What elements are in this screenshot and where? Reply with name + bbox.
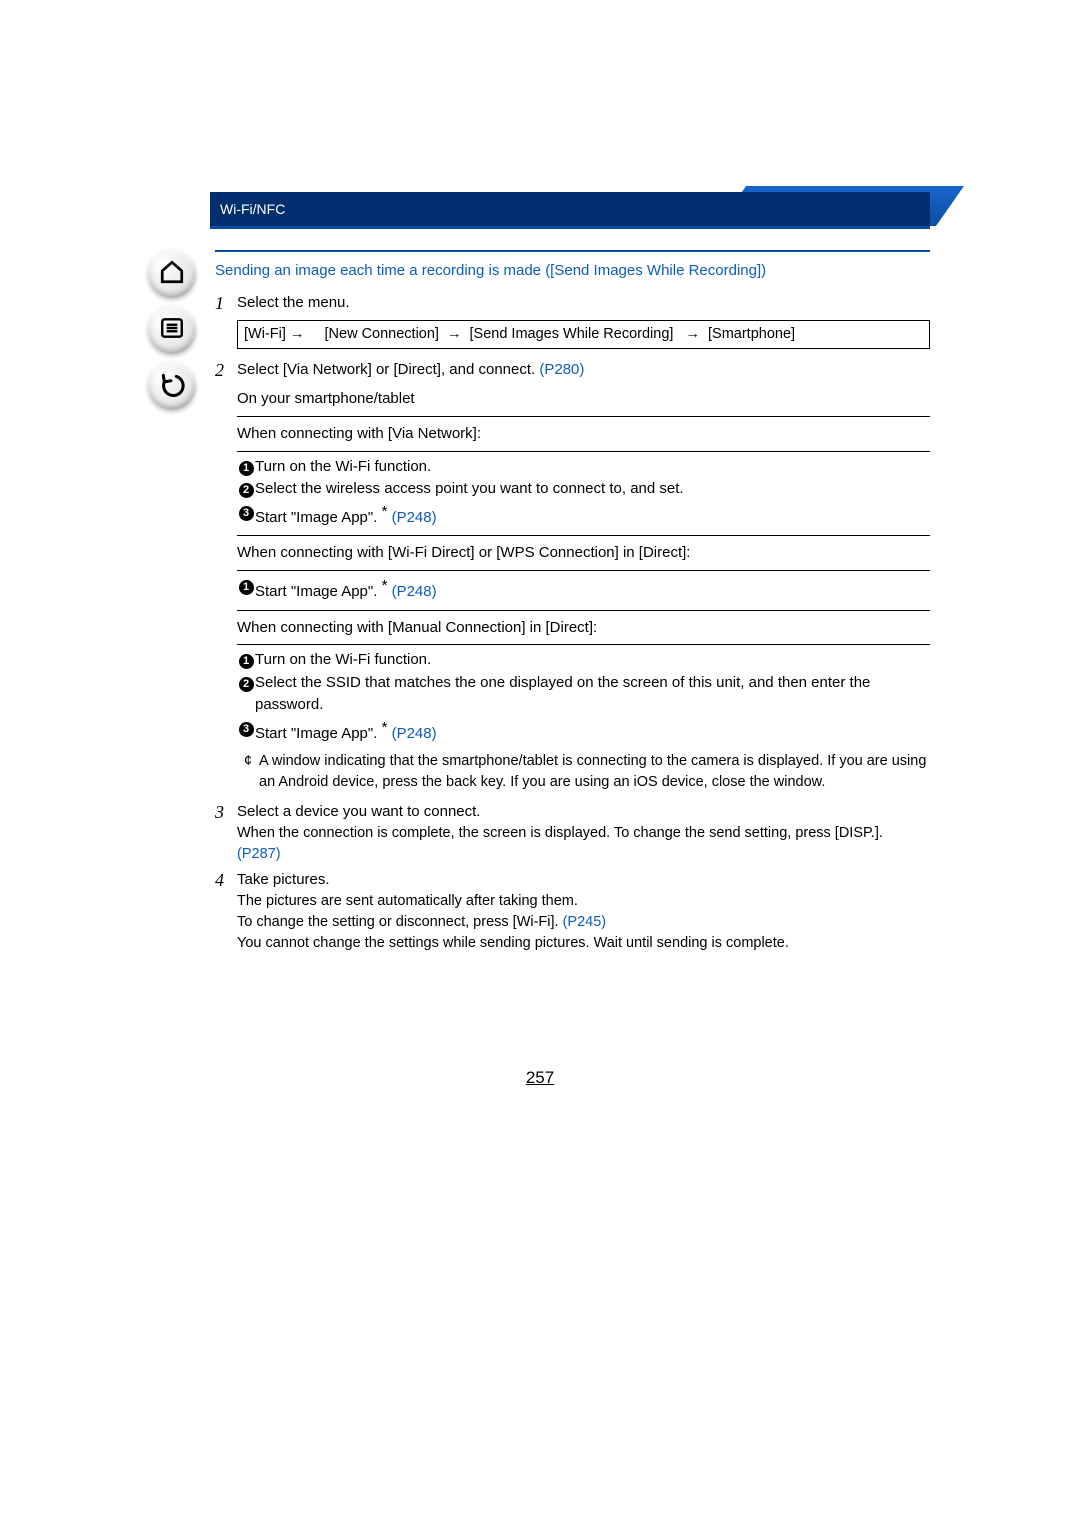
arrow-icon: → xyxy=(681,326,704,342)
step-4-note-b: To change the setting or disconnect, pre… xyxy=(237,912,930,933)
nav-contents-button[interactable] xyxy=(148,306,196,354)
menu-item: [Send Images While Recording] xyxy=(470,326,674,342)
step-3-text: Select a device you want to connect. xyxy=(237,803,480,820)
device-heading: On your smartphone/tablet xyxy=(237,388,930,410)
step-1-text: Select the menu. xyxy=(237,294,350,311)
divider xyxy=(237,451,930,452)
step-body: Select a device you want to connect. Whe… xyxy=(237,801,930,865)
step-number: 4 xyxy=(215,869,237,892)
via-network-heading: When connecting with [Via Network]: xyxy=(237,423,930,445)
asterisk-mark: * xyxy=(382,719,388,736)
step-body: Select [Via Network] or [Direct], and co… xyxy=(237,359,930,794)
step-2: 2 Select [Via Network] or [Direct], and … xyxy=(215,359,930,794)
wifi-direct-list: 1Start "Image App". * (P248) xyxy=(237,575,930,604)
asterisk-mark: * xyxy=(382,577,388,594)
step-1: 1 Select the menu. [Wi-Fi]→ [New Connect… xyxy=(215,292,930,349)
circled-1-icon: 1 xyxy=(239,580,254,595)
bullet-text: Start "Image App". xyxy=(255,725,382,742)
step-4-text: Take pictures. xyxy=(237,871,330,888)
divider xyxy=(237,610,930,611)
bullet-text: Select the SSID that matches the one dis… xyxy=(255,672,930,717)
arrow-icon: → xyxy=(443,326,466,342)
page-link[interactable]: (P280) xyxy=(539,361,584,378)
step-4-note-a: The pictures are sent automatically afte… xyxy=(237,891,930,912)
asterisk-mark: * xyxy=(382,503,388,520)
manual-page: Wi-Fi/NFC Sending an image each time a r… xyxy=(0,0,1080,1526)
via-network-list: 1Turn on the Wi-Fi function. 2Select the… xyxy=(237,456,930,530)
bullet-text: Start "Image App". xyxy=(255,583,382,600)
list-icon xyxy=(159,315,185,345)
menu-path-box: [Wi-Fi]→ [New Connection] → [Send Images… xyxy=(237,320,930,349)
top-rule xyxy=(215,250,930,252)
header-title: Wi-Fi/NFC xyxy=(220,201,285,217)
step-number: 1 xyxy=(215,292,237,315)
menu-item: [Wi-Fi] xyxy=(244,326,286,342)
step-3: 3 Select a device you want to connect. W… xyxy=(215,801,930,865)
footnote-mark: ¢ xyxy=(237,751,259,772)
step-number: 3 xyxy=(215,801,237,824)
step-body: Take pictures. The pictures are sent aut… xyxy=(237,869,930,954)
bullet-text: Start "Image App". xyxy=(255,509,382,526)
step-4: 4 Take pictures. The pictures are sent a… xyxy=(215,869,930,954)
header-underline xyxy=(210,226,930,229)
page-link[interactable]: (P287) xyxy=(237,846,281,862)
step-3-note: When the connection is complete, the scr… xyxy=(237,823,930,865)
back-icon xyxy=(159,371,185,401)
section-title: Sending an image each time a recording i… xyxy=(215,260,930,282)
circled-1-icon: 1 xyxy=(239,654,254,669)
sidebar-nav xyxy=(148,250,206,410)
circled-1-icon: 1 xyxy=(239,461,254,476)
content-area: Sending an image each time a recording i… xyxy=(215,250,930,954)
step-number: 2 xyxy=(215,359,237,382)
circled-2-icon: 2 xyxy=(239,677,254,692)
menu-item: [Smartphone] xyxy=(708,326,795,342)
step-body: Select the menu. [Wi-Fi]→ [New Connectio… xyxy=(237,292,930,349)
circled-2-icon: 2 xyxy=(239,483,254,498)
page-link[interactable]: (P248) xyxy=(392,509,437,526)
bullet-text: Turn on the Wi-Fi function. xyxy=(255,649,431,672)
footnote-text: A window indicating that the smartphone/… xyxy=(259,751,930,793)
footnote: ¢ A window indicating that the smartphon… xyxy=(237,751,930,793)
divider xyxy=(237,570,930,571)
circled-3-icon: 3 xyxy=(239,506,254,521)
home-icon xyxy=(159,259,185,289)
manual-list: 1Turn on the Wi-Fi function. 2Select the… xyxy=(237,649,930,745)
divider xyxy=(237,644,930,645)
header-bar: Wi-Fi/NFC xyxy=(210,192,930,226)
divider xyxy=(237,535,930,536)
circled-3-icon: 3 xyxy=(239,722,254,737)
menu-item: [New Connection] xyxy=(325,326,439,342)
step-4-note-c: You cannot change the settings while sen… xyxy=(237,933,930,954)
nav-home-button[interactable] xyxy=(148,250,196,298)
nav-back-button[interactable] xyxy=(148,362,196,410)
manual-heading: When connecting with [Manual Connection]… xyxy=(237,617,930,639)
divider xyxy=(237,416,930,417)
bullet-text: Select the wireless access point you wan… xyxy=(255,478,684,501)
page-link[interactable]: (P248) xyxy=(392,583,437,600)
bullet-text: Turn on the Wi-Fi function. xyxy=(255,456,431,479)
page-link[interactable]: (P245) xyxy=(563,914,607,930)
wifi-direct-heading: When connecting with [Wi-Fi Direct] or [… xyxy=(237,542,930,564)
step-2-text: Select [Via Network] or [Direct], and co… xyxy=(237,361,539,378)
arrow-icon: → xyxy=(286,326,309,342)
page-number: 257 xyxy=(0,1068,1080,1088)
page-link[interactable]: (P248) xyxy=(392,725,437,742)
